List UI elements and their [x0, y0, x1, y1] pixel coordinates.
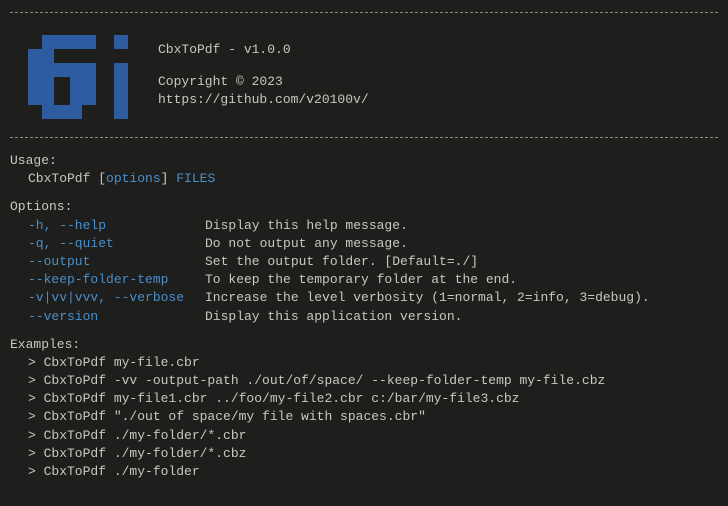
usage-options-word: options [106, 171, 161, 186]
option-flag: --version [10, 308, 205, 326]
divider-mid [10, 137, 718, 138]
options-section: Options: -h, --helpDisplay this help mes… [10, 198, 718, 325]
option-row: -h, --helpDisplay this help message. [10, 217, 718, 235]
usage-line: CbxToPdf [options] FILES [28, 170, 718, 188]
usage-mid: ] [161, 171, 177, 186]
option-row: -q, --quietDo not output any message. [10, 235, 718, 253]
option-flag: --keep-folder-temp [10, 271, 205, 289]
example-line: > CbxToPdf my-file1.cbr ../foo/my-file2.… [28, 390, 718, 408]
option-row: -v|vv|vvv, --verboseIncrease the level v… [10, 289, 718, 307]
project-url: https://github.com/v20100v/ [158, 91, 369, 109]
option-desc: Set the output folder. [Default=./] [205, 253, 478, 271]
usage-prefix: CbxToPdf [ [28, 171, 106, 186]
option-flag: -h, --help [10, 217, 205, 235]
usage-label: Usage: [10, 152, 718, 170]
option-flag: --output [10, 253, 205, 271]
header: CbxToPdf - v1.0.0 Copyright © 2023 https… [10, 23, 718, 127]
option-desc: Display this help message. [205, 217, 408, 235]
option-row: --versionDisplay this application versio… [10, 308, 718, 326]
example-line: > CbxToPdf ./my-folder [28, 463, 718, 481]
option-row: --outputSet the output folder. [Default=… [10, 253, 718, 271]
header-text: CbxToPdf - v1.0.0 Copyright © 2023 https… [158, 41, 369, 110]
option-desc: Do not output any message. [205, 235, 408, 253]
options-label: Options: [10, 198, 718, 216]
option-flag: -v|vv|vvv, --verbose [10, 289, 205, 307]
option-desc: Display this application version. [205, 308, 462, 326]
app-title: CbxToPdf - v1.0.0 [158, 41, 369, 59]
example-line: > CbxToPdf "./out of space/my file with … [28, 408, 718, 426]
examples-section: Examples: > CbxToPdf my-file.cbr> CbxToP… [10, 336, 718, 482]
usage-files-word: FILES [176, 171, 215, 186]
option-flag: -q, --quiet [10, 235, 205, 253]
example-line: > CbxToPdf ./my-folder/*.cbz [28, 445, 718, 463]
example-line: > CbxToPdf -vv -output-path ./out/of/spa… [28, 372, 718, 390]
usage-section: Usage: CbxToPdf [options] FILES [10, 152, 718, 188]
copyright-line: Copyright © 2023 [158, 73, 369, 91]
option-desc: Increase the level verbosity (1=normal, … [205, 289, 650, 307]
divider-top [10, 12, 718, 13]
logo-icon [24, 25, 134, 125]
option-row: --keep-folder-tempTo keep the temporary … [10, 271, 718, 289]
example-line: > CbxToPdf my-file.cbr [28, 354, 718, 372]
example-line: > CbxToPdf ./my-folder/*.cbr [28, 427, 718, 445]
option-desc: To keep the temporary folder at the end. [205, 271, 517, 289]
examples-label: Examples: [10, 336, 718, 354]
